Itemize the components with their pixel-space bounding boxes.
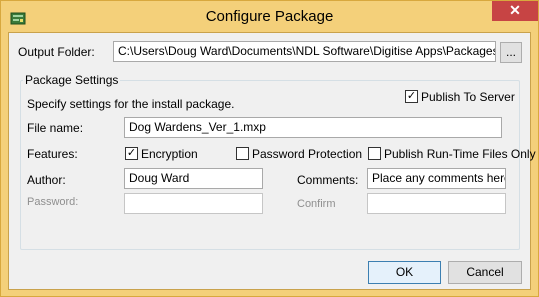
file-name-label: File name: <box>27 121 84 135</box>
password-label: Password: <box>27 196 79 208</box>
dialog-body: Output Folder: C:\Users\Doug Ward\Docume… <box>8 32 536 290</box>
browse-folder-button[interactable]: ... <box>500 42 522 63</box>
confirm-label: Confirm <box>297 198 336 210</box>
comments-label: Comments: <box>297 173 359 187</box>
encryption-checkbox[interactable]: ✓ <box>125 147 138 160</box>
package-settings-legend: Package Settings <box>23 73 121 87</box>
ok-button[interactable]: OK <box>368 261 441 284</box>
author-field[interactable]: Doug Ward <box>124 168 263 189</box>
author-label: Author: <box>27 173 66 187</box>
publish-runtime-only-label: Publish Run-Time Files Only <box>384 147 536 161</box>
comments-field[interactable]: Place any comments here... <box>367 168 506 189</box>
publish-runtime-only-checkbox[interactable] <box>368 147 381 160</box>
encryption-label: Encryption <box>141 147 198 161</box>
features-label: Features: <box>27 147 78 161</box>
publish-to-server-label: Publish To Server <box>421 90 515 104</box>
cancel-button[interactable]: Cancel <box>448 261 522 284</box>
close-icon[interactable]: ✕ <box>492 1 538 21</box>
file-name-field[interactable]: Dog Wardens_Ver_1.mxp <box>124 117 502 138</box>
settings-description: Specify settings for the install package… <box>27 97 235 111</box>
window-title: Configure Package <box>205 8 334 25</box>
password-protection-label: Password Protection <box>252 147 363 161</box>
confirm-password-field[interactable] <box>367 193 506 214</box>
password-field[interactable] <box>124 193 263 214</box>
publish-to-server-checkbox[interactable]: ✓ <box>405 90 418 103</box>
password-protection-checkbox[interactable] <box>236 147 249 160</box>
configure-package-window: Configure Package ✕ Output Folder: C:\Us… <box>0 0 539 297</box>
checkmark-icon: ✓ <box>126 147 137 159</box>
checkmark-icon: ✓ <box>406 90 417 102</box>
output-folder-label: Output Folder: <box>18 45 95 59</box>
title-bar[interactable]: Configure Package ✕ <box>1 1 538 36</box>
output-folder-field[interactable]: C:\Users\Doug Ward\Documents\NDL Softwar… <box>113 41 496 62</box>
